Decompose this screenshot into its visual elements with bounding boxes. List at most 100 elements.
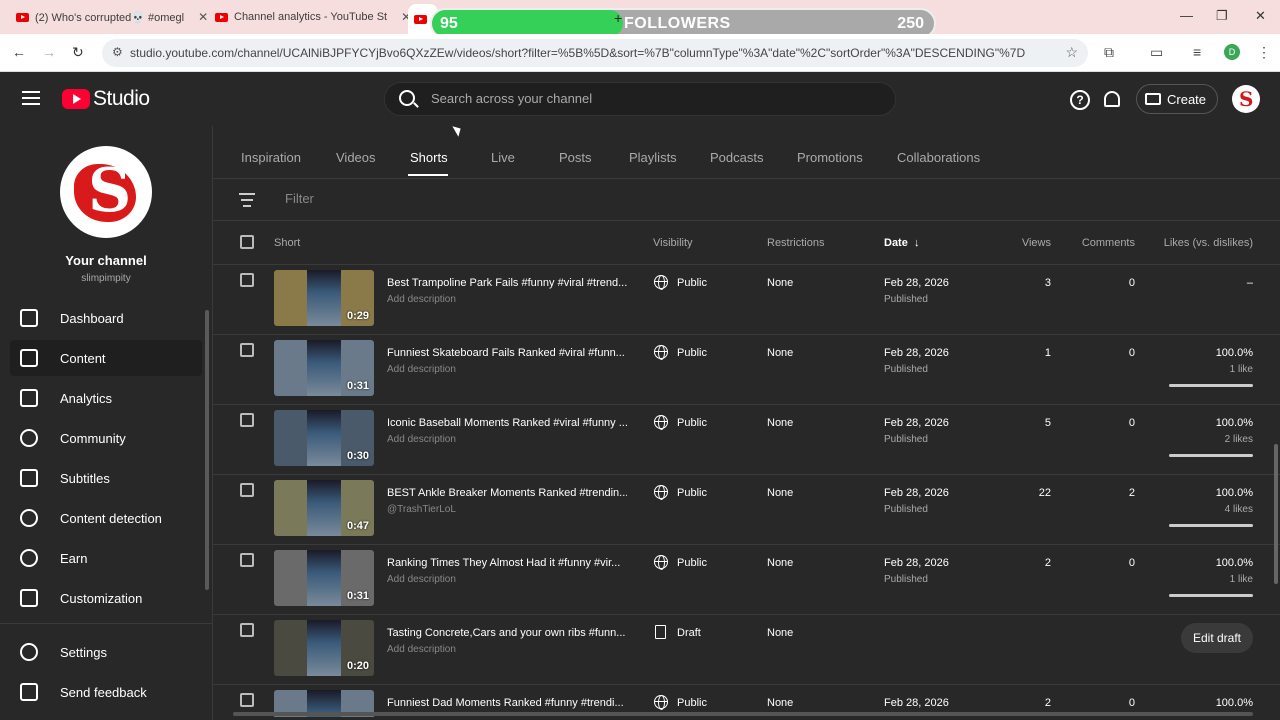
row-checkbox[interactable] <box>240 273 254 287</box>
filter-input[interactable] <box>285 191 585 206</box>
sidebar-item-earn[interactable]: Earn <box>10 540 202 576</box>
close-tab-icon[interactable]: ✕ <box>198 10 208 24</box>
reload-icon[interactable]: ↻ <box>72 44 84 61</box>
short-title[interactable]: Ranking Times They Almost Had it #funny … <box>387 557 627 569</box>
visibility-value[interactable]: Public <box>677 557 707 569</box>
visibility-value[interactable]: Public <box>677 697 707 709</box>
sidebar-item-send-feedback[interactable]: Send feedback <box>10 674 202 710</box>
row-checkbox[interactable] <box>240 343 254 357</box>
visibility-value[interactable]: Public <box>677 417 707 429</box>
row-checkbox[interactable] <box>240 413 254 427</box>
short-description[interactable]: Add description <box>387 574 456 585</box>
sidebar-item-community[interactable]: Community <box>10 420 202 456</box>
browser-menu-icon[interactable]: ⋮ <box>1257 44 1271 61</box>
likes-count: 1 like <box>1229 364 1253 375</box>
row-checkbox[interactable] <box>240 483 254 497</box>
tab-posts[interactable]: Posts <box>559 150 592 165</box>
sidebar-item-settings[interactable]: Settings <box>10 634 202 670</box>
short-description[interactable]: Add description <box>387 434 456 445</box>
short-thumbnail[interactable]: 0:20 <box>274 620 374 676</box>
row-checkbox[interactable] <box>240 623 254 637</box>
close-window-icon[interactable]: ✕ <box>1255 8 1266 24</box>
cast-icon[interactable]: ▭ <box>1150 44 1163 61</box>
create-button[interactable]: Create <box>1136 84 1218 114</box>
tab-shorts[interactable]: Shorts <box>410 150 448 165</box>
column-views[interactable]: Views <box>1022 237 1051 249</box>
edit-draft-button[interactable]: Edit draft <box>1180 623 1253 653</box>
forward-icon[interactable]: → <box>42 44 56 60</box>
table-row[interactable]: 0:47 BEST Ankle Breaker Moments Ranked #t… <box>213 475 1280 545</box>
media-controls-icon[interactable]: ≡ <box>1193 44 1201 60</box>
help-icon[interactable]: ? <box>1070 90 1090 110</box>
tab-promotions[interactable]: Promotions <box>797 150 863 165</box>
tab-live[interactable]: Live <box>491 150 515 165</box>
table-row[interactable]: 0:31 Ranking Times They Almost Had it #fu… <box>213 545 1280 615</box>
browser-tab[interactable]: Channel analytics - YouTube St ✕ <box>215 6 411 28</box>
visibility-value[interactable]: Public <box>677 277 707 289</box>
channel-avatar[interactable] <box>60 146 152 238</box>
short-title[interactable]: Funniest Dad Moments Ranked #funny #tren… <box>387 697 627 709</box>
short-title[interactable]: Best Trampoline Park Fails #funny #viral… <box>387 277 627 289</box>
publish-status: Published <box>884 504 928 515</box>
tab-videos[interactable]: Videos <box>336 150 376 165</box>
tab-collaborations[interactable]: Collaborations <box>897 150 980 165</box>
table-row[interactable]: 0:31 Funniest Skateboard Fails Ranked #vi… <box>213 335 1280 405</box>
content-horizontal-scrollbar[interactable] <box>233 712 1253 716</box>
short-thumbnail[interactable]: 0:31 <box>274 550 374 606</box>
visibility-value[interactable]: Public <box>677 347 707 359</box>
short-thumbnail[interactable]: 0:31 <box>274 340 374 396</box>
column-comments[interactable]: Comments <box>1082 237 1135 249</box>
url-bar[interactable]: ⚙ studio.youtube.com/channel/UCAlNiBJPFY… <box>102 39 1088 67</box>
sidebar-item-subtitles[interactable]: Subtitles <box>10 460 202 496</box>
content-vertical-scrollbar[interactable] <box>1274 444 1278 584</box>
short-title[interactable]: Tasting Concrete,Cars and your own ribs … <box>387 627 627 639</box>
short-thumbnail[interactable]: 0:47 <box>274 480 374 536</box>
table-row[interactable]: 0:29 Best Trampoline Park Fails #funny #v… <box>213 265 1280 335</box>
table-row[interactable]: 0:30 Iconic Baseball Moments Ranked #vira… <box>213 405 1280 475</box>
browser-tab[interactable]: (2) Who's corrupted💀 #omegl ✕ <box>16 6 208 28</box>
sidebar-scrollbar[interactable] <box>205 310 209 590</box>
sidebar-item-customization[interactable]: Customization <box>10 580 202 616</box>
extensions-icon[interactable]: ⧉ <box>1104 44 1114 61</box>
table-row[interactable]: 0:20 Tasting Concrete,Cars and your own r… <box>213 615 1280 685</box>
sidebar-item-dashboard[interactable]: Dashboard <box>10 300 202 336</box>
followers-current: 95 <box>440 15 458 32</box>
column-likes[interactable]: Likes (vs. dislikes) <box>1164 237 1253 249</box>
short-thumbnail[interactable]: 0:30 <box>274 410 374 466</box>
short-thumbnail[interactable]: 0:29 <box>274 270 374 326</box>
visibility-value[interactable]: Public <box>677 487 707 499</box>
maximize-icon[interactable]: ❐ <box>1216 8 1228 24</box>
short-description[interactable]: Add description <box>387 644 456 655</box>
back-icon[interactable]: ← <box>12 44 26 60</box>
short-title[interactable]: Funniest Skateboard Fails Ranked #viral … <box>387 347 627 359</box>
short-description[interactable]: @TrashTierLoL <box>387 504 456 515</box>
sidebar-item-content[interactable]: Content <box>10 340 202 376</box>
row-checkbox[interactable] <box>240 553 254 567</box>
sidebar-item-content-detection[interactable]: Content detection <box>10 500 202 536</box>
site-info-icon[interactable]: ⚙ <box>112 45 123 59</box>
search-input[interactable] <box>431 91 871 106</box>
short-description[interactable]: Add description <box>387 364 456 375</box>
minimize-icon[interactable]: — <box>1180 8 1193 23</box>
column-date[interactable]: Date ↓ <box>884 237 919 249</box>
url-text[interactable]: studio.youtube.com/channel/UCAlNiBJPFYCY… <box>130 46 1030 60</box>
tab-playlists[interactable]: Playlists <box>629 150 677 165</box>
row-checkbox[interactable] <box>240 693 254 707</box>
channel-search[interactable] <box>384 82 896 116</box>
select-all-checkbox[interactable] <box>240 235 254 249</box>
studio-logo[interactable]: Studio <box>62 87 150 111</box>
tab-podcasts[interactable]: Podcasts <box>710 150 763 165</box>
bookmark-star-icon[interactable]: ☆ <box>1065 44 1078 61</box>
menu-icon[interactable] <box>22 91 40 105</box>
short-description[interactable]: Add description <box>387 294 456 305</box>
account-avatar[interactable] <box>1232 85 1260 113</box>
visibility-value[interactable]: Draft <box>677 627 701 639</box>
browser-profile-avatar[interactable]: D <box>1224 44 1240 60</box>
notifications-bell-icon[interactable] <box>1104 91 1120 107</box>
sidebar-item-analytics[interactable]: Analytics <box>10 380 202 416</box>
short-title[interactable]: Iconic Baseball Moments Ranked #viral #f… <box>387 417 627 429</box>
filter-icon[interactable] <box>239 193 255 211</box>
short-title[interactable]: BEST Ankle Breaker Moments Ranked #trend… <box>387 487 627 499</box>
content-icon <box>20 349 38 367</box>
tab-inspiration[interactable]: Inspiration <box>241 150 301 165</box>
